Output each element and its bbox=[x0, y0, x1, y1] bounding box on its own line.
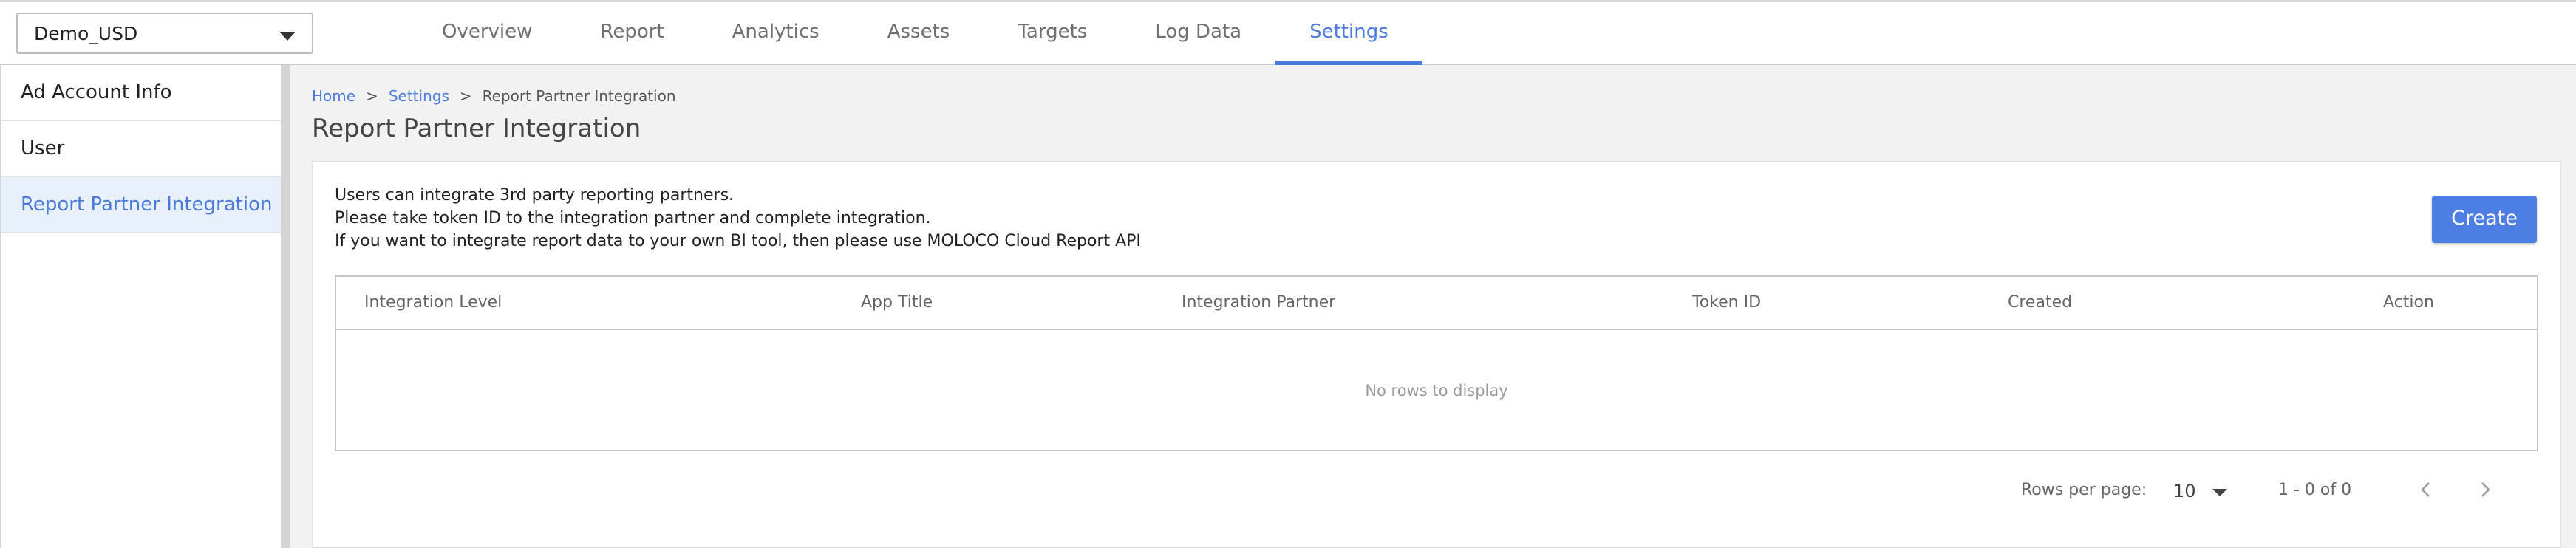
page-title: Report Partner Integration bbox=[312, 114, 641, 143]
rows-per-page-label: Rows per page: bbox=[2021, 481, 2147, 499]
description-line: If you want to integrate report data to … bbox=[335, 232, 1141, 250]
sidebar-item-report-partner-integration[interactable]: Report Partner Integration bbox=[1, 177, 281, 233]
breadcrumb: Home > Settings > Report Partner Integration bbox=[312, 87, 676, 105]
breadcrumb-separator: > bbox=[459, 87, 472, 105]
breadcrumb-home[interactable]: Home bbox=[312, 87, 355, 105]
account-selector[interactable]: Demo_USD bbox=[16, 13, 313, 54]
chevron-down-icon bbox=[279, 32, 296, 41]
rows-per-page-value: 10 bbox=[2173, 481, 2196, 501]
breadcrumb-separator: > bbox=[366, 87, 378, 105]
integration-description: Users can integrate 3rd party reporting … bbox=[335, 184, 1141, 253]
create-button[interactable]: Create bbox=[2432, 196, 2537, 243]
breadcrumb-settings[interactable]: Settings bbox=[389, 87, 449, 105]
chevron-right-icon bbox=[2481, 482, 2490, 497]
tab-settings[interactable]: Settings bbox=[1275, 2, 1422, 65]
column-header-integration-partner[interactable]: Integration Partner bbox=[1182, 293, 1335, 312]
main-tabs: Overview Report Analytics Assets Targets… bbox=[408, 2, 1422, 65]
empty-table-message: No rows to display bbox=[1365, 382, 1508, 400]
tab-log-data[interactable]: Log Data bbox=[1121, 2, 1275, 65]
next-page-button[interactable] bbox=[2470, 475, 2500, 504]
column-header-token-id[interactable]: Token ID bbox=[1692, 293, 1761, 312]
tab-targets[interactable]: Targets bbox=[984, 2, 1121, 65]
column-header-created[interactable]: Created bbox=[2008, 293, 2072, 312]
column-header-action: Action bbox=[2383, 293, 2434, 312]
pagination-range: 1 - 0 of 0 bbox=[2278, 481, 2352, 499]
previous-page-button[interactable] bbox=[2411, 475, 2441, 504]
table-header: Integration Level App Title Integration … bbox=[336, 277, 2537, 330]
tab-report[interactable]: Report bbox=[566, 2, 698, 65]
sidebar-item-user[interactable]: User bbox=[1, 121, 281, 177]
chevron-left-icon bbox=[2421, 482, 2430, 497]
chevron-down-icon bbox=[2212, 489, 2227, 496]
sidebar-item-ad-account-info[interactable]: Ad Account Info bbox=[1, 65, 281, 121]
description-line: Please take token ID to the integration … bbox=[335, 209, 931, 227]
integration-table: Integration Level App Title Integration … bbox=[335, 275, 2538, 451]
top-nav-bar: Demo_USD Overview Report Analytics Asset… bbox=[0, 0, 2576, 65]
settings-sidebar: Ad Account Info User Report Partner Inte… bbox=[0, 65, 290, 548]
tab-overview[interactable]: Overview bbox=[408, 2, 566, 65]
breadcrumb-current: Report Partner Integration bbox=[482, 87, 676, 105]
account-selector-value: Demo_USD bbox=[34, 23, 138, 44]
tab-assets[interactable]: Assets bbox=[853, 2, 984, 65]
column-header-app-title[interactable]: App Title bbox=[861, 293, 933, 312]
integration-card: Users can integrate 3rd party reporting … bbox=[312, 161, 2561, 548]
tab-analytics[interactable]: Analytics bbox=[698, 2, 853, 65]
rows-per-page-select[interactable]: 10 bbox=[2173, 481, 2227, 506]
description-line: Users can integrate 3rd party reporting … bbox=[335, 186, 735, 205]
column-header-integration-level[interactable]: Integration Level bbox=[364, 293, 502, 312]
